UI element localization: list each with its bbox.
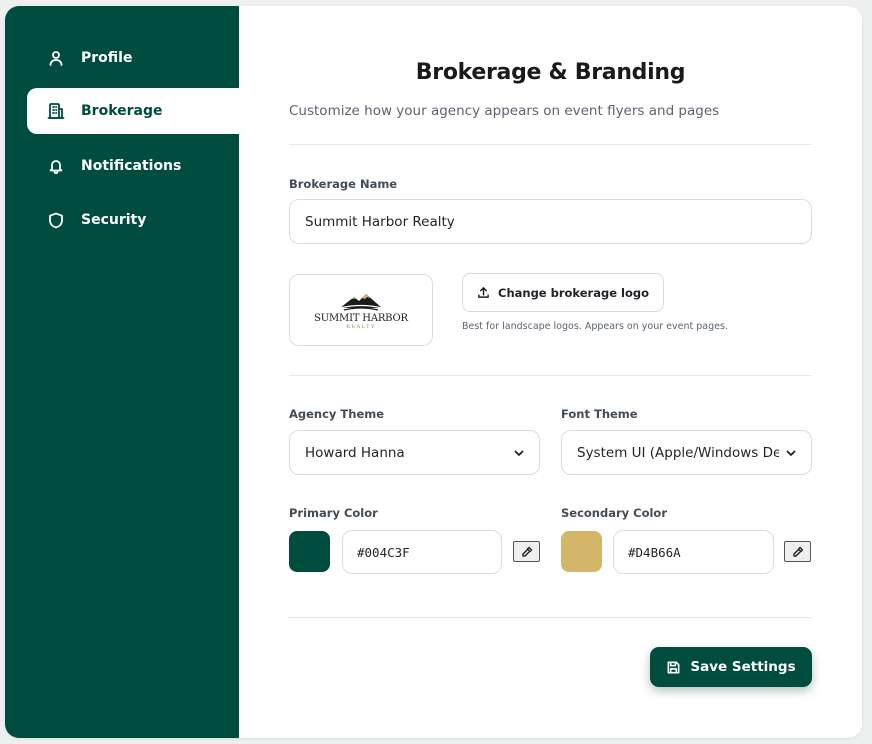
settings-card: Profile Brokerage Notifications Security… — [5, 6, 862, 738]
logo-sub-text: REALTY — [346, 323, 376, 330]
chevron-down-icon — [786, 450, 796, 456]
chevron-down-icon — [514, 450, 524, 456]
primary-color-swatch[interactable] — [289, 531, 330, 572]
shield-icon — [47, 211, 65, 229]
save-settings-button[interactable]: Save Settings — [650, 647, 812, 687]
secondary-color-input[interactable]: #D4B66A — [613, 530, 774, 574]
agency-theme-value: Howard Hanna — [305, 444, 405, 461]
brokerage-name-label: Brokerage Name — [289, 177, 398, 191]
change-logo-button[interactable]: Change brokerage logo — [462, 273, 664, 312]
font-theme-label: Font Theme — [561, 407, 638, 421]
building-icon — [47, 102, 65, 120]
agency-theme-select[interactable]: Howard Hanna — [289, 430, 540, 475]
divider — [289, 144, 812, 145]
save-settings-label: Save Settings — [690, 659, 796, 675]
font-theme-value: System UI (Apple/Windows Default) — [577, 444, 779, 461]
upload-icon — [478, 287, 489, 298]
main-panel: Brokerage & Branding Customize how your … — [239, 6, 862, 738]
primary-color-input[interactable]: #004C3F — [342, 530, 502, 574]
page-title: Brokerage & Branding — [415, 60, 686, 85]
sidebar-item-brokerage[interactable]: Brokerage — [27, 88, 239, 134]
sidebar: Profile Brokerage Notifications Security — [5, 6, 239, 738]
sidebar-item-notifications[interactable]: Notifications — [27, 143, 239, 189]
change-logo-label: Change brokerage logo — [498, 285, 649, 300]
save-icon — [667, 661, 680, 673]
secondary-color-picker-button[interactable] — [784, 541, 811, 562]
font-theme-select[interactable]: System UI (Apple/Windows Default) — [561, 430, 812, 475]
eyedropper-icon — [792, 546, 803, 557]
brokerage-logo-preview: SUMMIT HARBOR REALTY — [289, 274, 433, 346]
logo-name-text: SUMMIT HARBOR — [314, 312, 408, 324]
divider — [289, 375, 812, 376]
sidebar-item-security[interactable]: Security — [27, 197, 239, 243]
primary-color-label: Primary Color — [289, 506, 378, 520]
sidebar-item-label: Security — [81, 212, 147, 228]
divider — [289, 617, 812, 618]
brokerage-name-input[interactable]: Summit Harbor Realty — [289, 199, 812, 244]
sidebar-item-label: Brokerage — [81, 103, 163, 119]
eyedropper-icon — [521, 546, 532, 557]
secondary-color-label: Secondary Color — [561, 506, 668, 520]
mountain-logo-icon — [339, 293, 383, 311]
agency-theme-label: Agency Theme — [289, 407, 385, 421]
page-subtitle: Customize how your agency appears on eve… — [289, 103, 720, 119]
user-icon — [47, 49, 65, 67]
sidebar-item-label: Profile — [81, 50, 133, 66]
secondary-color-swatch[interactable] — [561, 531, 602, 572]
sidebar-item-profile[interactable]: Profile — [27, 35, 239, 81]
primary-color-picker-button[interactable] — [513, 541, 540, 562]
bell-icon — [47, 157, 65, 175]
logo-hint: Best for landscape logos. Appears on you… — [462, 321, 728, 332]
sidebar-item-label: Notifications — [81, 158, 182, 174]
